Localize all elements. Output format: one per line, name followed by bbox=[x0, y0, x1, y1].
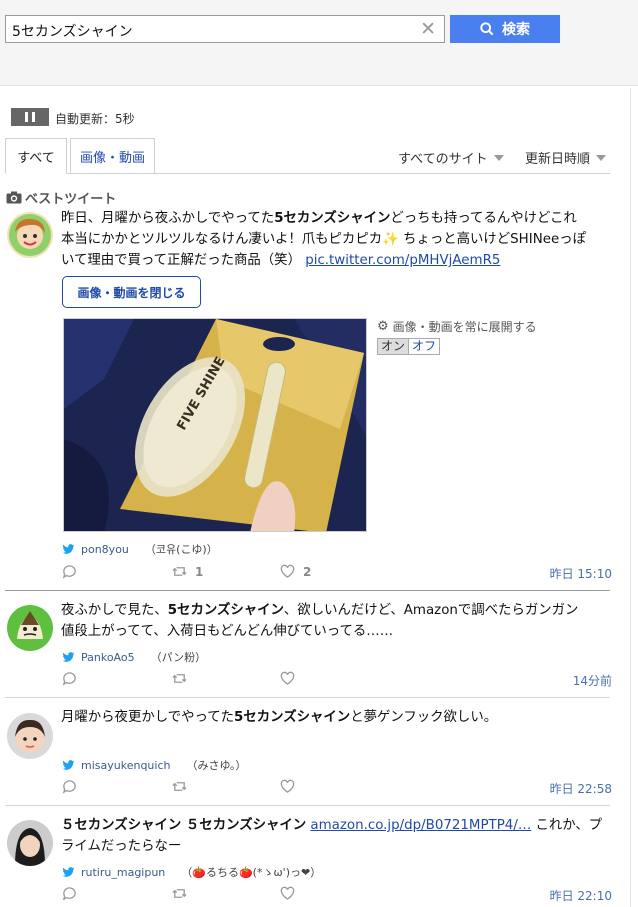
retweet-icon bbox=[172, 782, 187, 791]
reply-button[interactable] bbox=[62, 671, 77, 686]
tweet-timestamp[interactable]: 昨日 22:58 bbox=[550, 780, 612, 797]
close-media-button[interactable]: 画像・動画を閉じる bbox=[62, 276, 201, 308]
user-handle[interactable]: rutiru_magipun bbox=[81, 866, 165, 879]
tweet-text: 月曜から夜更かしでやってた5セカンズシャインと夢ゲンフック欲しい。 bbox=[61, 710, 498, 725]
reply-icon bbox=[62, 672, 76, 686]
best-tweet-heading: ベストツイート bbox=[6, 188, 116, 207]
like-button[interactable] bbox=[280, 671, 295, 686]
user-handle[interactable]: misayukenquich bbox=[81, 759, 170, 772]
search-input[interactable]: 5セカンズシャイン ✕ bbox=[5, 15, 445, 43]
tweet-actions: 昨日 22:10 bbox=[62, 886, 612, 904]
retweet-button[interactable] bbox=[172, 671, 187, 686]
best-tweet-label: ベストツイート bbox=[25, 192, 117, 207]
retweet-icon bbox=[172, 674, 187, 683]
retweet-icon bbox=[172, 889, 187, 898]
search-icon bbox=[480, 22, 494, 36]
search-button-label: 検索 bbox=[502, 22, 530, 38]
avatar[interactable] bbox=[7, 820, 53, 866]
user-handle[interactable]: pon8you bbox=[81, 543, 129, 556]
chevron-down-icon bbox=[596, 154, 607, 161]
like-button[interactable]: 2 bbox=[280, 564, 311, 579]
reply-icon bbox=[62, 780, 76, 794]
user-display-name: （코유(こゆ)） bbox=[144, 543, 218, 556]
tweet-text: 昨日、月曜から夜ふかしでやってた5セカンズシャインどっちも持ってるんやけどこれ … bbox=[61, 211, 586, 268]
tweet-actions: 昨日 22:58 bbox=[62, 779, 612, 797]
scrollbar[interactable] bbox=[630, 88, 631, 907]
search-header: 5セカンズシャイン ✕ 検索 bbox=[0, 0, 638, 86]
heart-icon bbox=[280, 886, 295, 900]
tweet-timestamp[interactable]: 14分前 bbox=[573, 672, 612, 689]
tweet-link[interactable]: amazon.co.jp/dp/B0721MPTP4/… bbox=[310, 818, 531, 833]
tweet-text: 夜ふかしで見た、5セカンズシャイン、欲しいんだけど、Amazonで調べたらガンガ… bbox=[61, 603, 579, 639]
tweet-actions: 1 2 昨日 15:10 bbox=[62, 564, 612, 582]
pause-icon bbox=[25, 112, 28, 122]
reply-button[interactable] bbox=[62, 779, 77, 794]
tweet-divider bbox=[5, 590, 610, 591]
heart-icon bbox=[280, 779, 295, 793]
site-filter-dropdown[interactable]: すべてのサイト bbox=[398, 148, 504, 167]
twitter-bird-icon bbox=[62, 866, 75, 877]
avatar[interactable] bbox=[7, 212, 53, 258]
tweet-user: pon8you （코유(こゆ)） bbox=[62, 541, 218, 557]
tweet-timestamp[interactable]: 昨日 15:10 bbox=[550, 565, 612, 582]
tweet-user: PankoAo5 （パン粉） bbox=[62, 649, 206, 665]
like-button[interactable] bbox=[280, 886, 295, 901]
tweet-link[interactable]: pic.twitter.com/pMHVjAemR5 bbox=[305, 253, 500, 268]
reply-icon bbox=[62, 887, 76, 901]
avatar[interactable] bbox=[7, 713, 53, 759]
gear-icon: ⚙ bbox=[377, 319, 389, 334]
user-display-name: （🍅るちる🍅(*ゝω')っ❤） bbox=[181, 866, 322, 879]
sparkle-emoji: ✨ bbox=[382, 232, 399, 247]
search-button[interactable]: 検索 bbox=[450, 15, 560, 43]
heart-icon bbox=[280, 671, 295, 685]
sort-dropdown[interactable]: 更新日時順 bbox=[525, 148, 607, 167]
tweet-user: misayukenquich （みさゆ。） bbox=[62, 757, 246, 773]
chevron-down-icon bbox=[493, 154, 504, 161]
retweet-icon bbox=[172, 567, 187, 576]
sort-label: 更新日時順 bbox=[525, 152, 591, 167]
like-count: 2 bbox=[303, 564, 312, 579]
expand-toggle[interactable]: オン オフ bbox=[377, 338, 441, 355]
tweet-divider bbox=[5, 805, 610, 806]
user-display-name: （みさゆ。） bbox=[186, 759, 247, 772]
reply-icon bbox=[62, 565, 76, 579]
autoupdate-label: 自動更新：5秒 bbox=[55, 112, 135, 126]
clear-icon[interactable]: ✕ bbox=[420, 18, 436, 40]
site-filter-label: すべてのサイト bbox=[398, 152, 488, 167]
tab-all[interactable]: すべて bbox=[5, 138, 67, 174]
tweet-divider bbox=[5, 697, 610, 698]
retweet-count: 1 bbox=[195, 564, 204, 579]
toggle-on[interactable]: オン bbox=[378, 339, 410, 354]
avatar[interactable] bbox=[7, 605, 53, 651]
retweet-button[interactable] bbox=[172, 779, 187, 794]
reply-button[interactable] bbox=[62, 564, 77, 579]
toggle-off[interactable]: オフ bbox=[409, 339, 440, 354]
retweet-button[interactable]: 1 bbox=[172, 564, 203, 579]
tweet-user: rutiru_magipun （🍅るちる🍅(*ゝω')っ❤） bbox=[62, 864, 321, 880]
tab-media[interactable]: 画像・動画 bbox=[70, 138, 155, 174]
tweet-text: ５セカンズシャイン ５セカンズシャイン amazon.co.jp/dp/B072… bbox=[61, 818, 603, 854]
twitter-bird-icon bbox=[62, 651, 75, 662]
camera-icon bbox=[6, 191, 22, 204]
search-value[interactable]: 5セカンズシャイン bbox=[12, 21, 133, 41]
retweet-button[interactable] bbox=[172, 886, 187, 901]
user-display-name: （パン粉） bbox=[150, 651, 207, 664]
tweet-image[interactable]: FIVE SHINE bbox=[63, 318, 367, 532]
tweet-actions: 14分前 bbox=[62, 671, 612, 689]
reply-button[interactable] bbox=[62, 886, 77, 901]
user-handle[interactable]: PankoAo5 bbox=[81, 651, 135, 664]
twitter-bird-icon bbox=[62, 759, 75, 770]
twitter-bird-icon bbox=[62, 543, 75, 554]
tweet-timestamp[interactable]: 昨日 22:10 bbox=[550, 887, 612, 904]
expand-setting: ⚙ 画像・動画を常に展開する bbox=[377, 318, 537, 335]
like-button[interactable] bbox=[280, 779, 295, 794]
heart-icon bbox=[280, 564, 295, 578]
expand-label: 画像・動画を常に展開する bbox=[392, 320, 537, 334]
pause-button[interactable] bbox=[11, 108, 49, 126]
